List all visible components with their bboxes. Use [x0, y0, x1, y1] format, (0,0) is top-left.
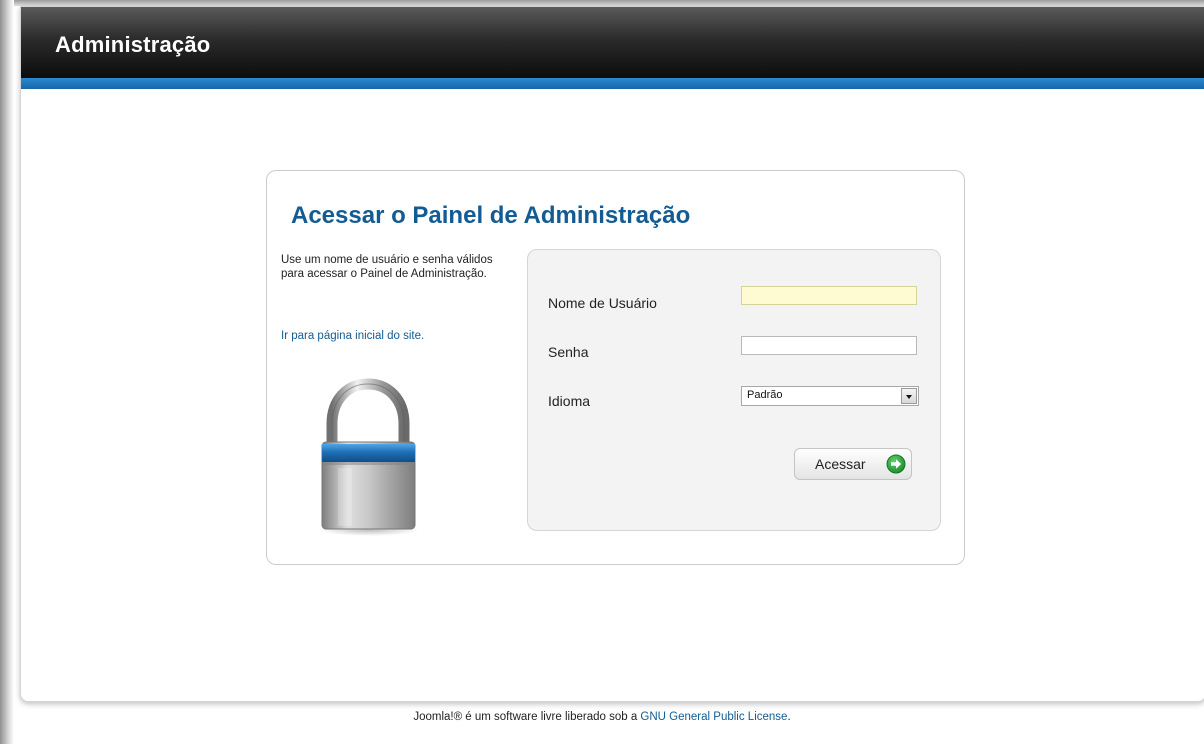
login-submit-label: Acessar	[815, 456, 866, 472]
footer: Joomla!® é um software livre liberado so…	[0, 711, 1204, 723]
arrow-right-circle-icon	[886, 454, 906, 474]
footer-text: Joomla!® é um software livre liberado so…	[413, 711, 641, 723]
site-home-link[interactable]: Ir para página inicial do site.	[281, 330, 424, 342]
language-select[interactable]: Padrão	[741, 386, 919, 406]
chevron-down-icon[interactable]	[901, 388, 917, 404]
screen-frame-left	[0, 0, 14, 744]
header-stripe	[21, 78, 1204, 89]
language-selected-value: Padrão	[747, 389, 783, 401]
login-box: Acessar o Painel de Administração Use um…	[266, 170, 965, 565]
page-title: Administração	[55, 32, 211, 57]
login-submit-button[interactable]: Acessar	[794, 448, 912, 480]
password-input[interactable]	[741, 336, 917, 355]
lock-icon	[316, 376, 421, 536]
language-label: Idioma	[548, 393, 591, 409]
username-label: Nome de Usuário	[548, 295, 657, 311]
login-description: Use um nome de usuário e senha válidos p…	[281, 254, 493, 280]
username-input[interactable]	[741, 286, 917, 305]
login-form: Nome de Usuário Senha Idioma Padrão Aces…	[527, 249, 941, 531]
license-link[interactable]: GNU General Public License	[640, 711, 787, 723]
login-title: Acessar o Painel de Administração	[291, 202, 691, 229]
admin-page: Administração Acessar o Painel de Admini…	[20, 6, 1204, 702]
header-bar: Administração	[21, 7, 1204, 78]
footer-suffix: .	[787, 711, 791, 723]
password-label: Senha	[548, 344, 589, 360]
